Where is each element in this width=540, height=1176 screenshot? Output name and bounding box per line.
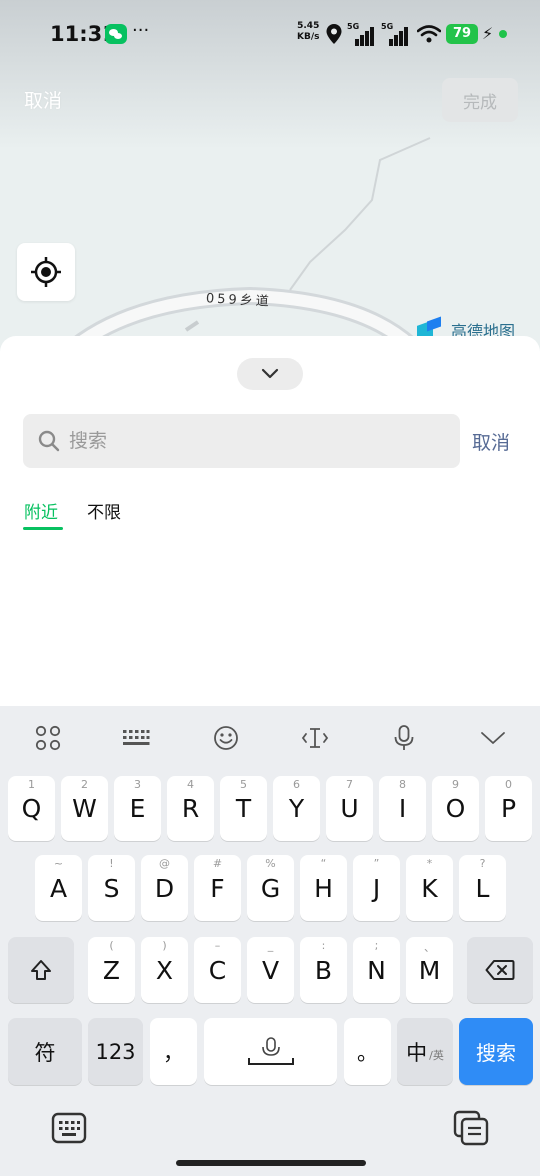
search-key[interactable]: 搜索 [459,1018,533,1085]
key-u[interactable]: 7U [326,776,373,841]
signal-strength-icon: 5G [381,22,411,46]
key-x[interactable]: ) X [141,937,188,1003]
key-y[interactable]: 6Y [273,776,320,841]
search-cancel-button[interactable]: 取消 [472,428,510,455]
key-o[interactable]: 9O [432,776,479,841]
english-sub-label: /英 [429,1048,444,1062]
network-speed: 5.45 KB/s [297,21,319,43]
microphone-icon[interactable] [390,724,418,752]
signal-strength-icon: 5G [347,22,377,46]
key-q[interactable]: 1Q [8,776,55,841]
key-d[interactable]: @ D [141,855,188,921]
key-b[interactable]: :B [300,937,347,1003]
privacy-indicator [499,30,507,38]
shift-key[interactable] [8,937,74,1003]
search-icon [38,430,60,452]
keyboard-layout-icon[interactable] [122,724,150,752]
numbers-key[interactable]: 123 [88,1018,143,1085]
key-j[interactable]: ” J [353,855,400,921]
collapse-handle[interactable] [237,358,303,390]
search-box[interactable] [23,414,460,468]
done-button[interactable]: 完成 [442,78,518,122]
battery-indicator: 79 [446,24,478,44]
collapse-keyboard-icon[interactable] [479,724,507,752]
key-w[interactable]: 2W [61,776,108,841]
symbols-key[interactable]: 符 [8,1018,82,1085]
road-label: 059乡道 [205,291,273,310]
cursor-move-icon[interactable] [301,724,329,752]
keyboard-toolbar [0,706,540,768]
locate-me-button[interactable] [17,243,75,301]
key-k[interactable]: * K [406,855,453,921]
chevron-down-icon [261,368,279,379]
search-sheet: 取消 附近 不限 [0,336,540,716]
backspace-icon [485,960,515,980]
space-key[interactable] [204,1018,337,1085]
key-g[interactable]: % G [247,855,294,921]
comma-key[interactable]: ， [150,1018,197,1085]
key-e[interactable]: 3E [114,776,161,841]
backspace-key[interactable] [467,937,533,1003]
tab-unlimited[interactable]: 不限 [87,498,121,523]
key-h[interactable]: “H [300,855,347,921]
crosshair-icon [31,257,61,287]
voice-space-icon [247,1036,294,1065]
key-r[interactable]: 4R [167,776,214,841]
search-input[interactable] [69,414,449,468]
key-v[interactable]: _ V [247,937,294,1003]
wifi-icon [417,25,441,43]
soft-keyboard: 1Q 2W 3E 4R 5T 6Y 7U 8I 9O 0P ~ A ! S @ D #… [0,706,540,1176]
keyboard-switch-icon[interactable] [51,1110,87,1146]
network-type-label: 5G [381,22,394,31]
home-indicator[interactable] [176,1160,366,1166]
shift-icon [31,960,51,980]
key-l[interactable]: ? L [459,855,506,921]
network-speed-value: 5.45 [297,21,320,31]
key-c[interactable]: – C [194,937,241,1003]
network-speed-unit: KB/s [297,32,320,42]
network-type-label: 5G [347,22,360,31]
key-s[interactable]: ! S [88,855,135,921]
charging-icon: ⚡ [482,24,494,43]
language-switch-key[interactable]: 中/英 [397,1018,453,1085]
emoji-icon[interactable] [212,724,240,752]
key-f[interactable]: # F [194,855,241,921]
status-bar: 11:31 ··· 5.45 KB/s 5G 5G 79 ⚡ [0,0,540,70]
key-i[interactable]: 8I [379,776,426,841]
key-t[interactable]: 5T [220,776,267,841]
active-tab-indicator [23,527,63,530]
apps-grid-icon[interactable] [34,724,62,752]
tab-nearby[interactable]: 附近 [24,498,58,523]
wechat-icon [105,24,127,44]
period-key[interactable]: 。 [344,1018,391,1085]
location-pin-icon [326,24,342,44]
chinese-label: 中 [406,1040,428,1065]
more-notifications-icon: ··· [132,20,150,41]
clipboard-icon[interactable] [453,1110,489,1146]
key-n[interactable]: ; N [353,937,400,1003]
key-m[interactable]: 、 M [406,937,453,1003]
cancel-button[interactable]: 取消 [24,86,62,113]
key-a[interactable]: ~ A [35,855,82,921]
key-p[interactable]: 0P [485,776,532,841]
key-z[interactable]: (Z [88,937,135,1003]
